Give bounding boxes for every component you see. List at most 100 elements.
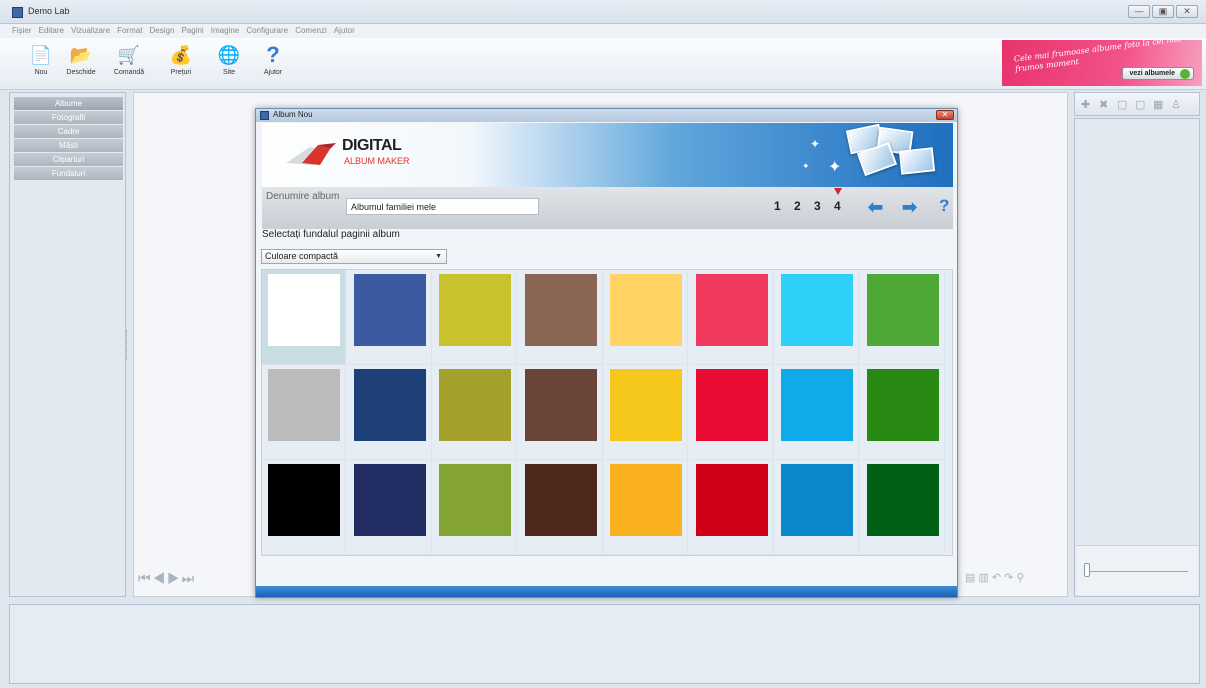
left-item-masks[interactable]: Măști <box>14 139 123 152</box>
page-navigation[interactable]: ⏮◀▶⏭ <box>138 570 196 587</box>
promo-banner[interactable]: Cele mai frumoase albume foto la cel mai… <box>1002 40 1202 86</box>
person-icon[interactable]: ♙ <box>1171 98 1181 111</box>
zoom-slider-track[interactable] <box>1088 571 1188 572</box>
color-swatch-cell[interactable] <box>689 460 774 555</box>
step-1[interactable]: 1 <box>774 199 781 213</box>
menu-file[interactable]: Fișier <box>12 24 32 38</box>
minimize-button[interactable]: — <box>1128 5 1150 18</box>
add-icon[interactable]: ✚ <box>1081 98 1090 111</box>
color-swatch[interactable] <box>353 369 426 441</box>
color-swatch-cell[interactable] <box>518 270 603 365</box>
color-swatch-cell[interactable] <box>347 365 432 460</box>
maximize-button[interactable]: ▣ <box>1152 5 1174 18</box>
color-swatch[interactable] <box>439 369 511 441</box>
color-swatch[interactable] <box>524 464 597 536</box>
color-swatch[interactable] <box>695 274 768 346</box>
color-swatch[interactable] <box>439 274 511 346</box>
order-button[interactable]: 🛒 Comandă <box>106 44 152 76</box>
left-item-albums[interactable]: Albume <box>14 97 123 110</box>
color-swatch-cell[interactable] <box>347 460 432 555</box>
zoom-slider-thumb[interactable] <box>1084 563 1090 577</box>
album-name-input[interactable] <box>346 198 539 215</box>
last-page-icon[interactable]: ⏭ <box>182 570 197 586</box>
undo-icon[interactable]: ↶ <box>992 572 1004 584</box>
first-page-icon[interactable]: ⏮ <box>138 570 153 586</box>
left-splitter[interactable] <box>126 330 132 360</box>
menu-edit[interactable]: Editare <box>39 24 64 38</box>
left-item-frames[interactable]: Cadre <box>14 125 123 138</box>
left-item-photos[interactable]: Fotografii <box>14 111 123 124</box>
left-item-backgrounds[interactable]: Fundaluri <box>14 167 123 180</box>
step-2[interactable]: 2 <box>794 199 801 213</box>
color-swatch[interactable] <box>781 464 853 536</box>
menu-format[interactable]: Format <box>117 24 142 38</box>
color-swatch-cell[interactable] <box>262 365 346 460</box>
open-button[interactable]: 📂 Deschide <box>58 44 104 76</box>
close-button[interactable]: ✕ <box>1176 5 1198 18</box>
color-swatch[interactable] <box>866 274 939 346</box>
dialog-help-icon[interactable]: ? <box>939 196 949 216</box>
color-swatch-cell[interactable] <box>262 270 346 365</box>
prev-page-icon[interactable]: ◀ <box>153 570 168 586</box>
menu-view[interactable]: Vizualizare <box>71 24 110 38</box>
color-swatch-cell[interactable] <box>604 270 688 365</box>
copy-icon[interactable]: ▢ <box>1117 98 1127 111</box>
paste-icon[interactable]: ▢ <box>1135 98 1145 111</box>
color-swatch-cell[interactable] <box>689 270 774 365</box>
color-swatch[interactable] <box>353 464 426 536</box>
color-swatch-cell[interactable] <box>775 460 859 555</box>
redo-icon[interactable]: ↷ <box>1004 572 1016 584</box>
color-swatch[interactable] <box>781 369 853 441</box>
color-swatch[interactable] <box>610 274 682 346</box>
color-swatch[interactable] <box>695 369 768 441</box>
layout-icon[interactable]: ▥ <box>978 572 991 584</box>
step-4[interactable]: 4 <box>834 199 841 213</box>
color-swatch[interactable] <box>353 274 426 346</box>
dialog-close-button[interactable]: ✕ <box>936 110 954 120</box>
color-swatch[interactable] <box>268 274 340 346</box>
prices-button[interactable]: 💰 Prețuri <box>158 44 204 76</box>
pin-icon[interactable]: ⚲ <box>1016 572 1027 584</box>
color-swatch-cell[interactable] <box>604 365 688 460</box>
color-swatch-cell[interactable] <box>433 460 517 555</box>
menu-help[interactable]: Ajutor <box>334 24 355 38</box>
delete-icon[interactable]: ✖ <box>1099 98 1108 111</box>
back-arrow-icon[interactable]: ⬅ <box>868 197 883 218</box>
menu-design[interactable]: Design <box>150 24 175 38</box>
color-swatch[interactable] <box>866 464 939 536</box>
left-item-cliparts[interactable]: Cliparturi <box>14 153 123 166</box>
help-button[interactable]: ? Ajutor <box>250 44 296 77</box>
menu-settings[interactable]: Configurare <box>246 24 288 38</box>
color-swatch[interactable] <box>695 464 768 536</box>
color-swatch-cell[interactable] <box>604 460 688 555</box>
color-swatch-cell[interactable] <box>775 270 859 365</box>
color-swatch-cell[interactable] <box>433 270 517 365</box>
color-swatch[interactable] <box>610 464 682 536</box>
color-swatch[interactable] <box>781 274 853 346</box>
color-swatch-cell[interactable] <box>518 460 603 555</box>
color-swatch-cell[interactable] <box>347 270 432 365</box>
background-type-select[interactable]: Culoare compactă ▼ <box>261 249 447 264</box>
layers-icon[interactable]: ▦ <box>1153 98 1163 111</box>
menu-pages[interactable]: Pagini <box>181 24 203 38</box>
grid-icon[interactable]: ▤ <box>965 572 978 584</box>
promo-button[interactable]: vezi albumele <box>1122 67 1194 80</box>
step-3[interactable]: 3 <box>814 199 821 213</box>
color-swatch-cell[interactable] <box>860 460 945 555</box>
color-swatch-cell[interactable] <box>860 270 945 365</box>
color-swatch[interactable] <box>439 464 511 536</box>
color-swatch-cell[interactable] <box>689 365 774 460</box>
color-swatch[interactable] <box>524 369 597 441</box>
forward-arrow-icon[interactable]: ➡ <box>902 197 917 218</box>
color-swatch[interactable] <box>524 274 597 346</box>
site-button[interactable]: 🌐 Site <box>206 44 252 76</box>
color-swatch-cell[interactable] <box>860 365 945 460</box>
color-swatch[interactable] <box>610 369 682 441</box>
color-swatch-cell[interactable] <box>262 460 346 555</box>
color-swatch[interactable] <box>268 464 340 536</box>
color-swatch-cell[interactable] <box>433 365 517 460</box>
color-swatch[interactable] <box>268 369 340 441</box>
color-swatch-cell[interactable] <box>518 365 603 460</box>
color-swatch[interactable] <box>866 369 939 441</box>
menu-orders[interactable]: Comenzi <box>295 24 327 38</box>
